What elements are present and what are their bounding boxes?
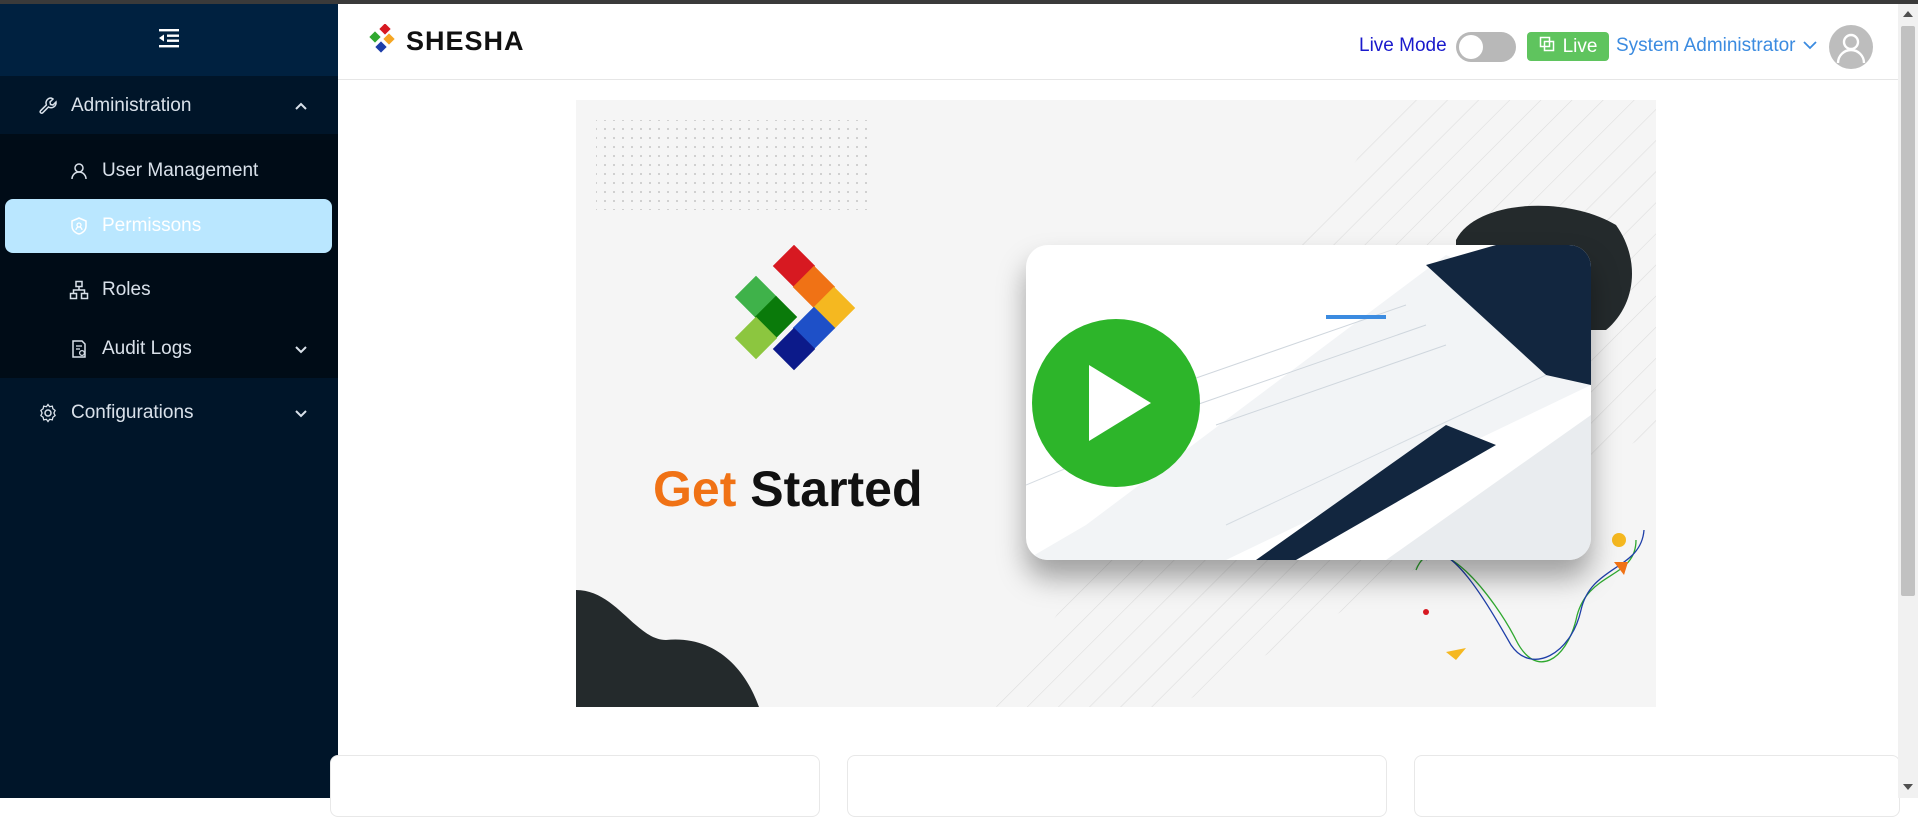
- user-name: System Administrator: [1616, 35, 1796, 56]
- gear-icon: [37, 402, 59, 424]
- sidebar-item-audit-logs[interactable]: Audit Logs: [0, 325, 338, 373]
- content-card-2[interactable]: [847, 755, 1387, 817]
- banner-title-part2: Started: [750, 461, 923, 517]
- scroll-up-arrow-icon[interactable]: [1898, 8, 1918, 22]
- audit-file-icon: [68, 338, 90, 360]
- toggle-knob: [1459, 35, 1483, 59]
- safety-shield-icon: [68, 215, 90, 237]
- live-button-label: Live: [1562, 35, 1598, 57]
- chevron-down-icon: [294, 338, 308, 360]
- chevron-up-icon: [294, 95, 308, 117]
- sidebar-item-label: Roles: [102, 279, 151, 300]
- banner-title: Get Started: [653, 460, 923, 518]
- user-icon: [68, 160, 90, 182]
- top-header: SHESHA Live Mode Live System Administrat…: [338, 4, 1898, 80]
- sidebar-item-label: Audit Logs: [102, 338, 192, 359]
- live-mode-label: Live Mode: [1359, 35, 1447, 56]
- wrench-icon: [37, 95, 59, 117]
- shesha-large-logo: [721, 244, 866, 395]
- sidebar-item-roles[interactable]: Roles: [0, 266, 338, 314]
- sidebar-item-label: Administration: [71, 95, 192, 116]
- scroll-down-arrow-icon[interactable]: [1898, 780, 1918, 794]
- intro-video-thumbnail[interactable]: [1026, 245, 1591, 560]
- chevron-down-icon: [1802, 35, 1818, 57]
- vertical-scrollbar[interactable]: [1898, 4, 1918, 798]
- sidebar-item-administration[interactable]: Administration: [0, 82, 338, 130]
- brand-name: SHESHA: [406, 26, 525, 56]
- sidebar-item-label: Configurations: [71, 402, 194, 423]
- user-menu[interactable]: System Administrator: [1616, 35, 1818, 57]
- sidebar-item-label: Permissons: [102, 215, 202, 236]
- live-button[interactable]: Live: [1527, 32, 1609, 61]
- scrollbar-thumb[interactable]: [1901, 26, 1915, 596]
- sidebar: Administration User Management Permisson…: [0, 4, 338, 798]
- banner-title-part1: Get: [653, 461, 737, 517]
- content-card-1[interactable]: [330, 755, 820, 817]
- sidebar-item-user-management[interactable]: User Management: [0, 147, 338, 195]
- chevron-down-icon: [294, 402, 308, 424]
- get-started-banner: Get Started: [576, 100, 1656, 707]
- avatar[interactable]: [1829, 25, 1873, 69]
- hierarchy-icon: [68, 279, 90, 301]
- sidebar-item-permissions[interactable]: Permissons: [0, 199, 338, 253]
- menu-collapse-icon[interactable]: [157, 27, 181, 54]
- sidebar-header: [0, 4, 338, 76]
- sidebar-item-label: User Management: [102, 160, 259, 181]
- play-icon: [1089, 365, 1151, 441]
- content-card-3[interactable]: [1414, 755, 1900, 817]
- play-button[interactable]: [1032, 319, 1200, 487]
- shesha-logo-icon: [368, 23, 398, 59]
- copy-icon: [1539, 36, 1555, 58]
- live-mode-toggle[interactable]: [1456, 32, 1516, 62]
- brand-logo[interactable]: SHESHA: [368, 23, 525, 59]
- sidebar-item-configurations[interactable]: Configurations: [0, 389, 338, 437]
